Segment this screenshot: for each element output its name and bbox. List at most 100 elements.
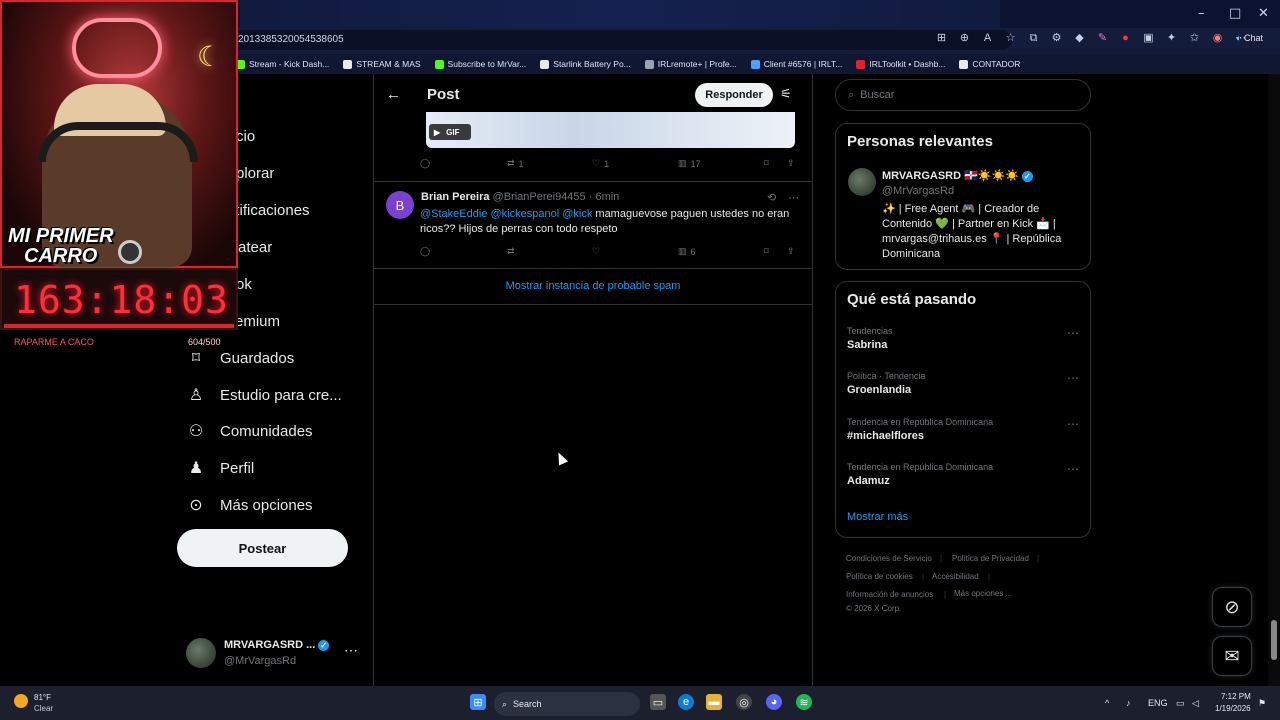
- scrollbar-thumb[interactable]: [1271, 620, 1277, 660]
- scrollbar[interactable]: [1268, 74, 1280, 686]
- mention-link[interactable]: @kick: [562, 208, 592, 220]
- bookmark-icon[interactable]: ⌑: [764, 158, 769, 169]
- task-view-icon[interactable]: ▭: [650, 694, 666, 710]
- bookmark-item[interactable]: Client #6576 | IRLT...: [750, 59, 842, 69]
- zoom-icon[interactable]: ⊕: [958, 32, 971, 45]
- repost-icon[interactable]: ⇄: [507, 246, 515, 257]
- trend-item[interactable]: Tendencia en República Dominicana Adamuz…: [847, 462, 1079, 487]
- bookmark-item[interactable]: IRLremote+ | Profe...: [644, 59, 737, 69]
- weather-temp[interactable]: 81°F: [34, 693, 51, 702]
- nav-item-premium[interactable]: emium: [235, 313, 280, 330]
- messages-fab-button[interactable]: ✉: [1212, 636, 1252, 676]
- nav-item-guardados[interactable]: ⌑ Guardados: [186, 348, 294, 368]
- app-icon[interactable]: ◎: [736, 694, 752, 710]
- extensions-icon[interactable]: ✦: [1165, 32, 1178, 45]
- bookmark-item[interactable]: CONTADOR: [959, 59, 1020, 69]
- share-icon[interactable]: ⇪: [787, 246, 795, 257]
- url-field[interactable]: 2013385320054538605: [232, 30, 1012, 50]
- nav-item-perfil[interactable]: ♟ Perfil: [186, 458, 254, 478]
- network-icon[interactable]: ▭: [1176, 698, 1185, 709]
- views-action[interactable]: ▥ 6: [678, 246, 696, 257]
- copilot-chat-button[interactable]: ◐ Chat: [1236, 33, 1263, 43]
- nav-item-estudio[interactable]: ♙ Estudio para cre...: [186, 385, 342, 405]
- split-screen-icon[interactable]: ⧉: [1027, 32, 1040, 45]
- profile-avatar-icon[interactable]: ◉: [1211, 32, 1224, 45]
- tray-overflow-icon[interactable]: ^: [1105, 698, 1109, 708]
- filter-settings-icon[interactable]: ⚟: [780, 86, 792, 102]
- trend-item[interactable]: Política · Tendencia Groenlandia ⋯: [847, 371, 1079, 396]
- favorite-star-icon[interactable]: ☆: [1004, 32, 1017, 45]
- like-action[interactable]: ♡ 1: [592, 158, 609, 169]
- heart-icon[interactable]: ♡: [592, 246, 600, 257]
- nav-item-inicio[interactable]: cio: [236, 128, 255, 145]
- nav-item-mas-opciones[interactable]: ⊙ Más opciones: [186, 495, 312, 515]
- ads-info-link[interactable]: Información de anuncios: [846, 590, 933, 599]
- back-arrow-icon[interactable]: ←: [386, 86, 401, 103]
- trend-item[interactable]: Tendencias Sabrina ⋯: [847, 326, 1079, 351]
- postear-button[interactable]: Postear: [177, 529, 348, 567]
- puzzle-extension-icon[interactable]: ▣: [1142, 32, 1155, 45]
- spotify-icon[interactable]: ≋: [796, 694, 812, 710]
- accessibility-link[interactable]: Accesibilidad: [932, 572, 979, 581]
- favorites-icon[interactable]: ✩: [1188, 32, 1201, 45]
- search-input[interactable]: ⌕ Buscar: [835, 79, 1091, 111]
- grok-icon[interactable]: ⟲: [767, 191, 776, 204]
- discord-icon[interactable]: ◕: [766, 694, 782, 710]
- weather-desc[interactable]: Clear: [34, 704, 53, 713]
- bookmark-item[interactable]: Subscribe to MrVar...: [434, 59, 526, 69]
- tweet-author-name[interactable]: Brian Pereira: [421, 191, 489, 203]
- show-spam-link[interactable]: Mostrar instancia de probable spam: [374, 280, 812, 292]
- taskbar-search[interactable]: ⌕ Search: [494, 692, 640, 716]
- gif-badge[interactable]: ▶ GIF: [429, 124, 471, 140]
- nav-item-comunidades[interactable]: ⚇ Comunidades: [186, 421, 313, 441]
- more-icon[interactable]: ⋯: [344, 642, 358, 659]
- more-icon[interactable]: ⋯: [1067, 462, 1079, 476]
- nav-item-notificaciones[interactable]: otificaciones: [227, 202, 310, 219]
- tweet-time[interactable]: · 6min: [589, 191, 620, 203]
- start-menu-icon[interactable]: ⊞: [470, 694, 486, 710]
- bookmark-item[interactable]: Starlink Battery Po...: [540, 59, 631, 69]
- privacy-link[interactable]: Política de Privacidad: [952, 554, 1029, 563]
- relevant-user-handle[interactable]: @MrVargasRd: [882, 185, 954, 197]
- microphone-icon[interactable]: ♪: [1126, 698, 1131, 708]
- avatar[interactable]: B: [386, 191, 414, 219]
- diamond-extension-icon[interactable]: ◆: [1073, 32, 1086, 45]
- volume-icon[interactable]: ◁: [1192, 698, 1199, 709]
- bookmark-icon[interactable]: ⌑: [764, 246, 769, 257]
- bookmark-item[interactable]: IRLToolkit • Dashb...: [856, 59, 945, 69]
- more-icon[interactable]: ⋯: [788, 191, 799, 204]
- read-aloud-icon[interactable]: A: [981, 32, 994, 45]
- responder-button[interactable]: Responder: [695, 83, 773, 107]
- more-options-link[interactable]: Más opciones ...: [954, 589, 1012, 598]
- bookmark-item[interactable]: Stream - Kick Dash...: [236, 59, 329, 69]
- reply-icon[interactable]: ◯: [420, 246, 430, 257]
- app-icon[interactable]: ⊞: [935, 32, 948, 45]
- trend-item[interactable]: Tendencia en República Dominicana #micha…: [847, 417, 1079, 442]
- more-icon[interactable]: ⋯: [1067, 326, 1079, 340]
- mention-link[interactable]: @kickespanol: [491, 208, 560, 220]
- tweet-author-handle[interactable]: @BrianPerei94455: [493, 191, 586, 203]
- reply-icon[interactable]: ◯: [420, 158, 430, 169]
- grok-fab-button[interactable]: ⊘: [1212, 587, 1252, 627]
- mention-link[interactable]: @StakeEddie: [420, 208, 487, 220]
- minimize-button[interactable]: –: [1198, 6, 1205, 21]
- weather-icon[interactable]: [14, 694, 28, 708]
- account-switcher[interactable]: MRVARGASRD ... ✓ @MrVargasRd ⋯: [186, 636, 364, 670]
- extension-icon[interactable]: ⚙: [1050, 32, 1063, 45]
- nav-item-grok[interactable]: ok: [236, 276, 252, 293]
- repost-action[interactable]: ⇄ 1: [507, 158, 524, 169]
- edge-browser-icon[interactable]: e: [678, 694, 694, 710]
- record-extension-icon[interactable]: ●: [1119, 32, 1132, 45]
- terms-link[interactable]: Condiciones de Servicio: [846, 554, 932, 563]
- nav-item-chatear[interactable]: atear: [238, 239, 272, 256]
- notifications-icon[interactable]: ⚑: [1258, 698, 1266, 709]
- post-media[interactable]: [426, 112, 795, 148]
- views-action[interactable]: ▥ 17: [678, 158, 701, 169]
- show-more-link[interactable]: Mostrar más: [847, 511, 908, 523]
- nav-item-explorar[interactable]: plorar: [236, 165, 274, 182]
- more-icon[interactable]: ⋯: [1067, 371, 1079, 385]
- maximize-button[interactable]: □: [1229, 6, 1241, 21]
- clock-date[interactable]: 1/19/2026: [1215, 704, 1251, 713]
- cookies-link[interactable]: Política de cookies: [846, 572, 913, 581]
- avatar[interactable]: [848, 168, 876, 196]
